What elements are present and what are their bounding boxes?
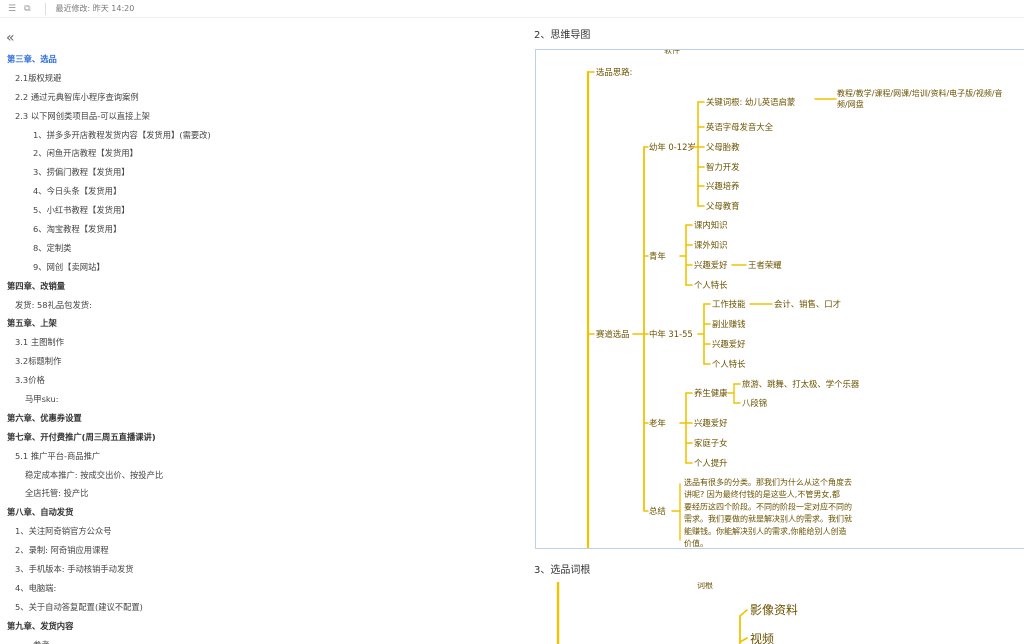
mindmap-node-label: 工作技能 bbox=[712, 299, 746, 309]
outline-item[interactable]: 5、小红书教程【发货用】 bbox=[0, 201, 520, 220]
outline-item[interactable]: 1、拼多多开店教程发货内容【发货用】(需要改) bbox=[0, 126, 520, 145]
outline-item[interactable]: 1、关注阿奇销官方公众号 bbox=[0, 522, 520, 541]
document-body: 2、思维导图 软件选品思路: 赛道选品 幼年 0-12岁 关键词根: 幼儿英语启蒙 英语… bbox=[525, 22, 1024, 644]
mindmap-node-label: 智力开发 bbox=[706, 162, 740, 172]
mindmap-node-label: 影像资料 bbox=[750, 603, 798, 617]
outline-item[interactable]: 全店托管: 投产比 bbox=[0, 484, 520, 503]
mindmap-node-label: 要经历这四个阶段。不同的阶段一定对应不同的 bbox=[684, 501, 852, 511]
collapse-outline-button[interactable]: « bbox=[6, 30, 15, 46]
mindmap-node-label: 课内知识 bbox=[694, 220, 728, 230]
mindmap-node-label: 王者荣耀 bbox=[748, 260, 782, 270]
mindmap-node-label: 软件 bbox=[664, 50, 680, 55]
outline-item[interactable]: 马甲sku: bbox=[0, 390, 520, 409]
outline-item[interactable]: 6、淘宝教程【发货用】 bbox=[0, 220, 520, 239]
mindmap-node-label: 视频 bbox=[750, 631, 774, 644]
mindmap-node-label: 中年 31-55 bbox=[649, 329, 693, 339]
mindmap-node-label: 价值。 bbox=[684, 538, 708, 548]
mindmap-node-label: 幼年 0-12岁 bbox=[649, 142, 696, 152]
share-icon[interactable]: ⧉ bbox=[24, 4, 30, 14]
mindmap-node-label: 副业赚钱 bbox=[712, 319, 746, 329]
outline-item[interactable]: 5.1 推广平台-商品推广 bbox=[0, 447, 520, 466]
mindmap-node-label: 父母教育 bbox=[706, 201, 740, 211]
outline-item[interactable]: 4、电脑端: bbox=[0, 579, 520, 598]
mindmap-node-label: 教程/教学/课程/网课/培训/资料/电子版/视频/音 bbox=[837, 88, 1003, 98]
mindmap-node-label: 词根 bbox=[697, 582, 713, 590]
mindmap-node-label: 赛道选品 bbox=[596, 329, 630, 339]
outline-toggle-icon[interactable]: ☰ bbox=[8, 4, 16, 14]
mindmap-image[interactable]: 软件选品思路: 赛道选品 幼年 0-12岁 关键词根: 幼儿英语启蒙 英语字母发音大全父… bbox=[535, 49, 1024, 549]
outline-item[interactable]: 第九章、发货内容 bbox=[0, 617, 520, 636]
outline-item[interactable]: 参考一: bbox=[0, 636, 520, 644]
mindmap-connector bbox=[739, 637, 748, 643]
mindmap-node-label: 总结 bbox=[649, 506, 666, 516]
outline-panel: « 第三章、选品 2.1版权规避 2.2 通过元典智库小程序查询案例 2.3 以下网创… bbox=[0, 22, 520, 644]
mindmap-node-label: 选品有很多的分类。那我们为什么从这个角度去 bbox=[684, 477, 852, 487]
outline-item[interactable]: 3、手机版本: 手动核销手动发货 bbox=[0, 560, 520, 579]
outline-item[interactable]: 第七章、开付费推广(周三周五直播课讲) bbox=[0, 428, 520, 447]
outline-item[interactable]: 9、网创【卖网站】 bbox=[0, 258, 520, 277]
mindmap-node-label: 选品思路: bbox=[596, 67, 632, 77]
mindmap-node-label: 兴趣培养 bbox=[706, 181, 740, 191]
mindmap-node-label: 会计、销售、口才 bbox=[774, 299, 841, 309]
top-toolbar: ☰ ⧉ 最近修改: 昨天 14:20 bbox=[0, 0, 1024, 18]
mindmap-node-label: 需求。我们要做的就是解决别人的需求。我们就 bbox=[684, 514, 852, 524]
outline-item[interactable]: 第六章、优惠券设置 bbox=[0, 409, 520, 428]
mindmap-node-label: 英语字母发音大全 bbox=[706, 122, 774, 132]
mindmap-node-label: 讲呢? 因为最终付钱的是这些人,不管男女,都 bbox=[684, 489, 840, 499]
section-heading: 3、选品词根 bbox=[534, 565, 591, 576]
outline-item[interactable]: 2.1版权规避 bbox=[0, 69, 520, 88]
mindmap-node-label: 关键词根: 幼儿英语启蒙 bbox=[706, 97, 795, 107]
outline-item[interactable]: 2、闲鱼开店教程【发货用】 bbox=[0, 144, 520, 163]
outline-list: 第三章、选品 2.1版权规避 2.2 通过元典智库小程序查询案例 2.3 以下网创类项… bbox=[0, 50, 520, 644]
outline-item[interactable]: 5、关于自动答复配置(建议不配置) bbox=[0, 598, 520, 617]
outline-item[interactable]: 3.2标题制作 bbox=[0, 352, 520, 371]
mindmap-node-label: 频/网盘 bbox=[837, 99, 864, 109]
mindmap-connector bbox=[739, 609, 748, 617]
outline-item[interactable]: 2.3 以下网创类项目品-可以直接上架 bbox=[0, 107, 520, 126]
section-heading: 2、思维导图 bbox=[534, 30, 591, 41]
outline-item[interactable]: 第八章、自动发货 bbox=[0, 503, 520, 522]
mindmap-node-label: 父母胎教 bbox=[706, 142, 740, 152]
outline-item[interactable]: 第五章、上架 bbox=[0, 314, 520, 333]
mindmap-node-label: 课外知识 bbox=[694, 240, 728, 250]
mindmap-node-label: 兴趣爱好 bbox=[694, 260, 728, 270]
outline-item[interactable]: 3、捞偏门教程【发货用】 bbox=[0, 163, 520, 182]
mindmap-node-label: 个人提升 bbox=[694, 458, 728, 468]
outline-item[interactable]: 3.3价格 bbox=[0, 371, 520, 390]
mindmap-node-label: 能赚钱。你能解决别人的需求,你能给别人创造 bbox=[684, 526, 847, 536]
outline-item[interactable]: 3.1 主图制作 bbox=[0, 333, 520, 352]
mindmap-node-label: 个人特长 bbox=[712, 359, 746, 369]
outline-item[interactable]: 发货: 58礼品包发货: bbox=[0, 296, 520, 315]
toolbar-divider bbox=[44, 2, 46, 15]
outline-item[interactable]: 第四章、改销量 bbox=[0, 277, 520, 296]
mindmap-node-label: 家庭子女 bbox=[694, 438, 728, 448]
mindmap-node-label: 个人特长 bbox=[694, 280, 728, 290]
mindmap-node-label: 旅游、跳舞、打太极、学个乐器 bbox=[742, 379, 860, 389]
mindmap-node-label: 八段锦 bbox=[742, 398, 767, 408]
outline-item[interactable]: 第三章、选品 bbox=[0, 50, 520, 69]
mindmap-node-label: 老年 bbox=[649, 418, 666, 428]
mindmap-node-label: 青年 bbox=[649, 251, 666, 261]
last-modified-text: 最近修改: 昨天 14:20 bbox=[55, 4, 135, 13]
mindmap-node-label: 养生健康 bbox=[694, 388, 728, 398]
outline-item[interactable]: 8、定制类 bbox=[0, 239, 520, 258]
mindmap-image-2[interactable]: 词根影像资料视频 bbox=[535, 582, 1024, 644]
outline-item[interactable]: 2.2 通过元典智库小程序查询案例 bbox=[0, 88, 520, 107]
outline-item[interactable]: 2、录制: 阿奇销应用课程 bbox=[0, 541, 520, 560]
mindmap-node-label: 兴趣爱好 bbox=[712, 339, 746, 349]
outline-item[interactable]: 稳定成本推广: 按成交出价、按投产比 bbox=[0, 466, 520, 485]
mindmap-node-label: 兴趣爱好 bbox=[694, 418, 728, 428]
outline-item[interactable]: 4、今日头条【发货用】 bbox=[0, 182, 520, 201]
